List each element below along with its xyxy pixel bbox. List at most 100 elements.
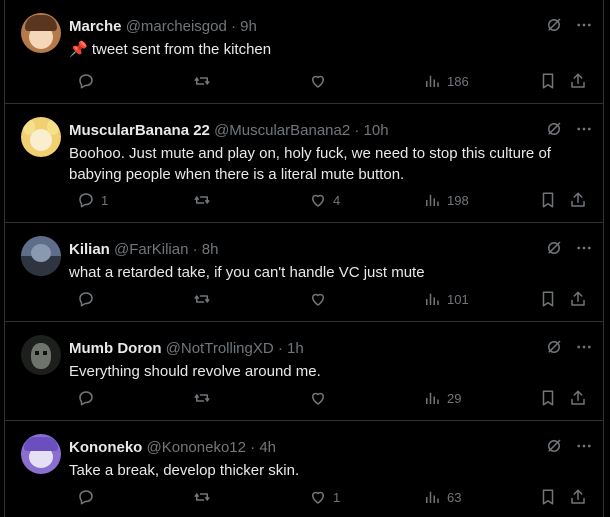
share-icon xyxy=(569,72,587,90)
bookmark-button[interactable] xyxy=(539,486,557,508)
tweet[interactable]: Mumb Doron @NotTrollingXD · 1h Everythin… xyxy=(5,322,603,421)
display-name[interactable]: MuscularBanana 22 xyxy=(69,122,210,139)
retweet-button[interactable] xyxy=(193,387,217,409)
separator: · xyxy=(354,122,360,139)
bookmark-button[interactable] xyxy=(539,70,557,92)
share-button[interactable] xyxy=(569,288,587,310)
more-icon[interactable] xyxy=(575,120,593,138)
like-button[interactable]: 1 xyxy=(309,486,340,508)
view-count: 186 xyxy=(447,73,469,89)
action-bar: 186 xyxy=(69,70,591,92)
display-name[interactable]: Mumb Doron xyxy=(69,340,161,357)
handle[interactable]: @marcheisgod xyxy=(126,18,227,35)
display-name[interactable]: Kilian xyxy=(69,241,110,258)
views-button[interactable]: 101 xyxy=(423,288,469,310)
handle[interactable]: @Kononeko12 xyxy=(147,439,246,456)
retweet-button[interactable] xyxy=(193,70,217,92)
like-icon xyxy=(309,389,327,407)
separator: · xyxy=(277,340,283,357)
bookmark-button[interactable] xyxy=(539,189,557,211)
retweet-button[interactable] xyxy=(193,288,217,310)
tweet-top-icons xyxy=(545,437,593,455)
timestamp[interactable]: 9h xyxy=(240,18,257,35)
like-button[interactable]: 4 xyxy=(309,189,340,211)
action-bar: 29 xyxy=(69,387,591,409)
like-count: 4 xyxy=(333,192,341,208)
bookmark-button[interactable] xyxy=(539,288,557,310)
views-icon xyxy=(423,290,441,308)
retweet-button[interactable] xyxy=(193,486,217,508)
timestamp[interactable]: 8h xyxy=(202,241,219,258)
views-button[interactable]: 63 xyxy=(423,486,461,508)
action-bar: 1 63 xyxy=(69,486,591,508)
views-button[interactable]: 198 xyxy=(423,189,469,211)
bookmark-icon xyxy=(539,72,557,90)
timestamp[interactable]: 4h xyxy=(259,439,276,456)
views-button[interactable]: 29 xyxy=(423,387,461,409)
display-name[interactable]: Kononeko xyxy=(69,439,142,456)
avatar[interactable] xyxy=(21,434,61,474)
like-icon xyxy=(309,191,327,209)
tweet-top-icons xyxy=(545,239,593,257)
more-icon[interactable] xyxy=(575,16,593,34)
like-button[interactable] xyxy=(309,70,333,92)
tweet-top-icons xyxy=(545,16,593,34)
separator: · xyxy=(250,439,256,456)
reply-icon xyxy=(77,290,95,308)
grok-icon[interactable] xyxy=(545,338,563,356)
reply-button[interactable] xyxy=(77,288,101,310)
tweet[interactable]: Kilian @FarKilian · 8h what a retarded t… xyxy=(5,223,603,322)
like-count: 1 xyxy=(333,489,341,505)
share-button[interactable] xyxy=(569,387,587,409)
share-button[interactable] xyxy=(569,189,587,211)
reply-icon xyxy=(77,72,95,90)
tweet-top-icons xyxy=(545,120,593,138)
bookmark-icon xyxy=(539,389,557,407)
more-icon[interactable] xyxy=(575,239,593,257)
tweet[interactable]: Kononeko @Kononeko12 · 4h Take a break, … xyxy=(5,421,603,517)
handle[interactable]: @MuscularBanana2 xyxy=(214,122,350,139)
grok-icon[interactable] xyxy=(545,239,563,257)
reply-button[interactable] xyxy=(77,486,101,508)
timestamp[interactable]: 10h xyxy=(364,122,389,139)
bookmark-icon xyxy=(539,488,557,506)
more-icon[interactable] xyxy=(575,338,593,356)
share-button[interactable] xyxy=(569,486,587,508)
bookmark-icon xyxy=(539,191,557,209)
reply-button[interactable] xyxy=(77,387,101,409)
grok-icon[interactable] xyxy=(545,437,563,455)
share-button[interactable] xyxy=(569,70,587,92)
timestamp[interactable]: 1h xyxy=(287,340,304,357)
like-button[interactable] xyxy=(309,387,333,409)
tweet-text: 📌 tweet sent from the kitchen xyxy=(69,41,272,58)
tweet[interactable]: Marche @marcheisgod · 9h 📌 tweet sent fr… xyxy=(5,0,603,104)
reply-icon xyxy=(77,389,95,407)
retweet-button[interactable] xyxy=(193,189,217,211)
reply-button[interactable]: 1 xyxy=(77,189,108,211)
avatar[interactable] xyxy=(21,117,61,157)
bookmark-button[interactable] xyxy=(539,387,557,409)
like-icon xyxy=(309,72,327,90)
views-icon xyxy=(423,72,441,90)
views-icon xyxy=(423,191,441,209)
tweet-header: Marche @marcheisgod · 9h xyxy=(69,17,257,37)
like-button[interactable] xyxy=(309,288,333,310)
display-name[interactable]: Marche xyxy=(69,18,122,35)
handle[interactable]: @NotTrollingXD xyxy=(166,340,274,357)
views-button[interactable]: 186 xyxy=(423,70,469,92)
avatar[interactable] xyxy=(21,13,61,53)
grok-icon[interactable] xyxy=(545,120,563,138)
retweet-icon xyxy=(193,488,211,506)
handle[interactable]: @FarKilian xyxy=(114,241,188,258)
reply-button[interactable] xyxy=(77,70,101,92)
views-icon xyxy=(423,488,441,506)
avatar[interactable] xyxy=(21,335,61,375)
view-count: 198 xyxy=(447,192,469,208)
avatar[interactable] xyxy=(21,236,61,276)
tweet-text: Boohoo. Just mute and play on, holy fuck… xyxy=(69,145,551,183)
more-icon[interactable] xyxy=(575,437,593,455)
view-count: 63 xyxy=(447,489,462,505)
grok-icon[interactable] xyxy=(545,16,563,34)
tweet-header: Mumb Doron @NotTrollingXD · 1h xyxy=(69,339,304,359)
tweet[interactable]: MuscularBanana 22 @MuscularBanana2 · 10h… xyxy=(5,104,603,223)
